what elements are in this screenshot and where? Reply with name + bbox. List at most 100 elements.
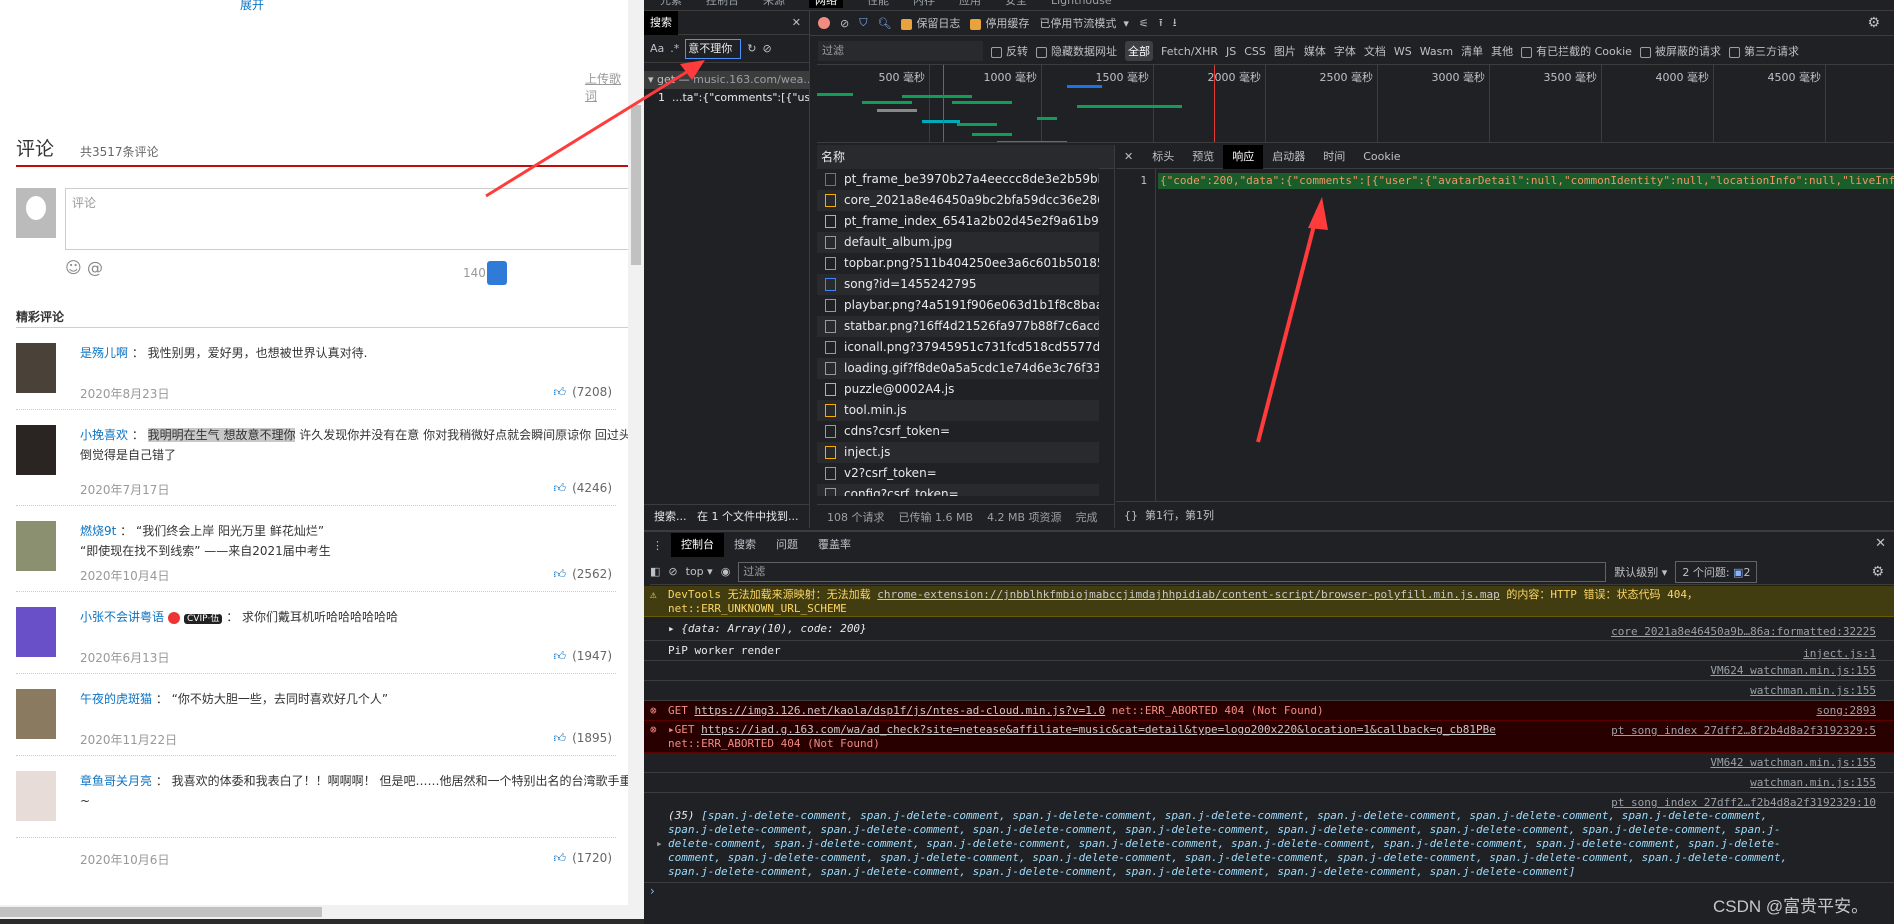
array-item[interactable]: span.j-delete-comment xyxy=(1079,837,1218,850)
array-item[interactable]: span.j-delete-comment xyxy=(973,865,1112,878)
like-button[interactable]: 👍︎ (7208) xyxy=(554,385,612,400)
array-item[interactable]: span.j-delete-comment xyxy=(708,809,847,822)
array-item[interactable]: span.j-delete-comment xyxy=(1277,865,1416,878)
network-overview-timeline[interactable]: 500 毫秒 1000 毫秒 1500 毫秒 2000 毫秒 2500 毫秒 3000 毫… xyxy=(817,64,1894,143)
array-item[interactable]: span.j-delete-comment xyxy=(1383,837,1522,850)
source-link[interactable]: song:2893 xyxy=(1816,701,1876,721)
throttle-select[interactable]: 已停用节流模式 ▾ xyxy=(1039,15,1129,31)
array-item[interactable]: span.j-delete-comment xyxy=(1277,823,1416,836)
request-row[interactable]: config?csrf_token= xyxy=(817,484,1099,496)
import-icon[interactable]: ⭱ xyxy=(1159,14,1163,33)
array-item[interactable]: span.j-delete-comment xyxy=(1469,809,1608,822)
comment-textarea[interactable]: 评论 xyxy=(65,188,628,250)
page-scrollbar-thumb[interactable] xyxy=(631,105,641,265)
array-item[interactable]: span.j-delete-comment xyxy=(1231,837,1370,850)
source-link[interactable]: watchman.min.js:155 xyxy=(1750,776,1876,789)
array-item[interactable]: span.j-delete-comment xyxy=(1337,851,1476,864)
request-row[interactable]: song?id=1455242795 xyxy=(817,274,1099,295)
tab-search[interactable]: 搜索 xyxy=(644,11,678,35)
tab-main[interactable]: 网络 xyxy=(809,0,843,8)
tab-detail[interactable]: Cookie xyxy=(1354,145,1409,169)
tab-detail[interactable]: 响应 xyxy=(1223,144,1264,169)
request-row[interactable]: statbar.png?16ff4d21526fa977b88f7c6acdb0… xyxy=(817,316,1099,337)
commenter-avatar[interactable] xyxy=(16,689,56,739)
request-row[interactable]: loading.gif?f8de0a5a5cdc1e74d6e3c76f339b… xyxy=(817,358,1099,379)
request-row[interactable]: inject.js xyxy=(817,442,1099,463)
emoji-icon[interactable]: ☺ xyxy=(65,258,82,277)
request-row[interactable]: cdns?csrf_token= xyxy=(817,421,1099,442)
tab-detail[interactable]: 标头 xyxy=(1143,145,1183,169)
submit-comment-button[interactable] xyxy=(487,261,507,285)
search-result-file[interactable]: ▾ get — music.163.com/wea... xyxy=(644,71,809,89)
like-button[interactable]: 👍︎ (4246) xyxy=(554,481,612,496)
expand-triangle-icon[interactable]: ▸ xyxy=(656,837,663,851)
network-filter-input[interactable]: 过滤 xyxy=(818,41,983,61)
commenter-name[interactable]: 章鱼哥关月亮 xyxy=(80,774,152,788)
source-link[interactable]: watchman.min.js:155 xyxy=(1750,684,1876,697)
tab-main[interactable]: 安全 xyxy=(1005,0,1027,8)
blocked-cookies-checkbox[interactable]: 有已拦截的 Cookie xyxy=(1521,43,1632,59)
clear-console-icon[interactable]: ⊘ xyxy=(668,565,677,578)
type-filter[interactable]: 图片 xyxy=(1274,43,1296,59)
request-row[interactable]: v2?csrf_token= xyxy=(817,463,1099,484)
request-row[interactable]: pt_frame_index_6541a2b02d45e2f9a61b9a788… xyxy=(817,211,1099,232)
filter-icon[interactable]: ⛉ xyxy=(859,16,867,30)
console-settings-icon[interactable]: ⚙ xyxy=(1871,564,1884,580)
type-filter[interactable]: 全部 xyxy=(1125,41,1153,61)
commenter-avatar[interactable] xyxy=(16,343,56,393)
like-button[interactable]: 👍︎ (1947) xyxy=(554,649,612,664)
array-item[interactable]: span.j-delete-comment xyxy=(728,851,867,864)
commenter-name[interactable]: 午夜的虎斑猫 xyxy=(80,692,152,706)
type-filter[interactable]: 字体 xyxy=(1334,43,1356,59)
preserve-log-checkbox[interactable]: 保留日志 xyxy=(901,15,960,31)
type-filter[interactable]: 媒体 xyxy=(1304,43,1326,59)
error-url-link[interactable]: https://iad.g.163.com/wa/ad_check?site=n… xyxy=(701,723,1496,736)
request-row[interactable]: playbar.png?4a5191f906e063d1b1f8c8baaf4e… xyxy=(817,295,1099,316)
request-row[interactable]: pt_frame_be3970b27a4eeccc8de3e2b59bb72e8… xyxy=(817,169,1099,190)
console-array-row[interactable]: pt song index 27dff2…f2b4d8a2f3192329:10… xyxy=(644,793,1894,883)
error-url-link[interactable]: https://img3.126.net/kaola/dsp1f/js/ntes… xyxy=(695,704,1106,717)
array-item[interactable]: span.j-delete-comment xyxy=(973,823,1112,836)
log-level-select[interactable]: 默认级别 ▾ xyxy=(1614,564,1667,580)
tab-main[interactable]: 来源 xyxy=(763,0,785,8)
live-expression-icon[interactable]: ◉ xyxy=(721,565,731,578)
tab-detail[interactable]: 预览 xyxy=(1183,145,1223,169)
request-row[interactable]: core_2021a8e46450a9bc2bfa59dcc36e286a.js… xyxy=(817,190,1099,211)
request-row-clipped[interactable] xyxy=(817,161,1099,169)
tab-main[interactable]: 控制台 xyxy=(706,0,739,8)
search-icon[interactable]: 🔍︎ xyxy=(877,17,891,30)
array-item[interactable]: span.j-delete-comment xyxy=(820,865,959,878)
array-item[interactable]: span.j-delete-comment xyxy=(926,837,1065,850)
array-item[interactable]: span.j-delete-comment xyxy=(1430,865,1569,878)
response-body[interactable]: {"code":200,"data":{"comments":[{"user":… xyxy=(1158,173,1894,189)
array-item[interactable]: span.j-delete-comment xyxy=(1032,851,1171,864)
type-filter[interactable]: Wasm xyxy=(1420,45,1453,58)
network-conditions-icon[interactable]: ⚟ xyxy=(1139,17,1149,30)
commenter-avatar[interactable] xyxy=(16,771,56,821)
close-icon[interactable]: ✕ xyxy=(1124,150,1133,163)
upload-lyrics-link[interactable]: 上传歌词 xyxy=(585,70,628,104)
request-row[interactable]: iconall.png?37945951c731fcd518cd5577dfaa… xyxy=(817,337,1099,358)
array-item[interactable]: span.j-delete-comment xyxy=(668,865,807,878)
pretty-print-icon[interactable]: {} xyxy=(1124,509,1138,522)
export-icon[interactable]: ⭳ xyxy=(1173,14,1177,33)
tab-main[interactable]: 内存 xyxy=(913,0,935,8)
array-item[interactable]: span.j-delete-comment xyxy=(1185,851,1324,864)
type-filter[interactable]: 其他 xyxy=(1491,43,1513,59)
record-button[interactable] xyxy=(818,17,830,29)
tab-main[interactable]: 性能 xyxy=(867,0,889,8)
commenter-name[interactable]: 小挽喜欢 xyxy=(80,428,128,442)
array-item[interactable]: span.j-delete-comment xyxy=(1125,865,1264,878)
array-item[interactable]: span.j-delete-comment xyxy=(1582,823,1721,836)
clear-icon[interactable]: ⊘ xyxy=(762,42,771,55)
request-row[interactable]: tool.min.js xyxy=(817,400,1099,421)
close-drawer-icon[interactable]: ✕ xyxy=(1875,536,1886,551)
array-item[interactable]: span.j-delete-comment xyxy=(1489,851,1628,864)
context-select[interactable]: top ▾ xyxy=(686,565,713,578)
array-item[interactable]: span.j-delete-comment xyxy=(1430,823,1569,836)
regex-toggle[interactable]: .* xyxy=(670,42,679,55)
tab-detail[interactable]: 启动器 xyxy=(1263,145,1314,169)
type-filter[interactable]: 文档 xyxy=(1364,43,1386,59)
tab-drawer[interactable]: 搜索 xyxy=(724,533,766,557)
tab-detail[interactable]: 时间 xyxy=(1314,145,1354,169)
